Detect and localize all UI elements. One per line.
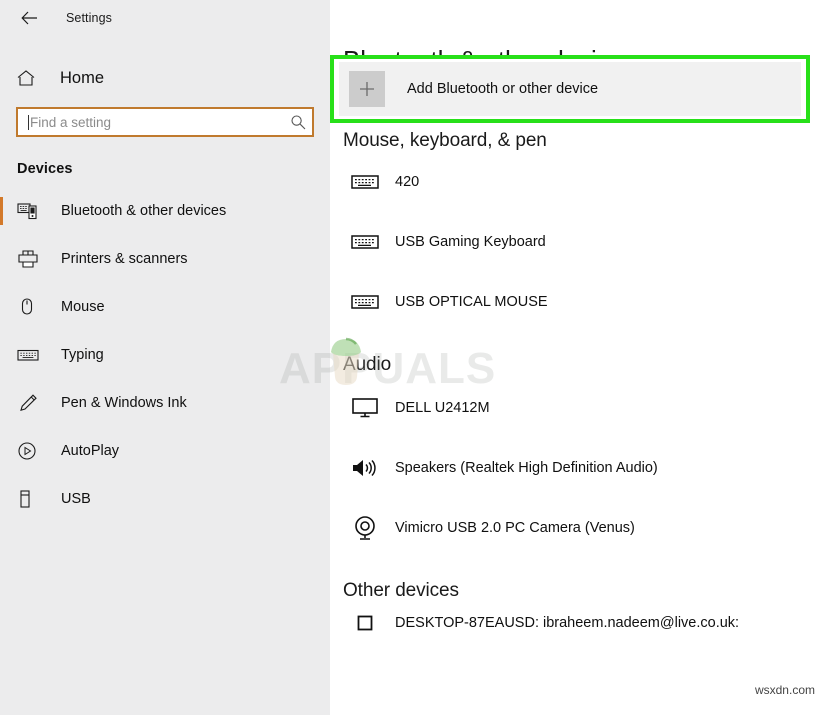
sidebar-item-label: Printers & scanners [61,251,188,267]
device-group-mouse-keyboard-pen: Mouse, keyboard, & pen 420 USB Gaming Ke… [330,130,821,328]
device-label: Vimicro USB 2.0 PC Camera (Venus) [395,520,635,536]
group-title: Mouse, keyboard, & pen [343,130,547,151]
sidebar-item-printers-scanners[interactable]: Printers & scanners [0,235,330,283]
group-title: Audio [343,354,392,375]
mouse-icon [17,297,45,317]
sidebar-item-pen-windows-ink[interactable]: Pen & Windows Ink [0,379,330,427]
checkbox-icon[interactable] [343,615,387,631]
printer-icon [17,249,45,269]
sidebar: Settings Home Devices [0,0,330,715]
device-label: DELL U2412M [395,400,490,416]
sidebar-item-bluetooth-other-devices[interactable]: Bluetooth & other devices [0,187,330,235]
settings-window: Settings Home Devices [0,0,821,715]
device-label: Speakers (Realtek High Definition Audio) [395,460,658,476]
home-label: Home [60,68,105,87]
sidebar-item-usb[interactable]: USB [0,475,330,523]
sidebar-nav-list: Bluetooth & other devices Printers & sca… [0,187,330,523]
sidebar-item-label: Bluetooth & other devices [61,203,227,219]
usb-icon [17,489,45,509]
search-icon[interactable] [284,114,312,130]
back-arrow-icon [20,11,38,25]
device-row[interactable]: DESKTOP-87EAUSD: ibraheem.nadeem@live.co… [343,610,821,636]
device-label: 420 [395,174,420,190]
group-title: Other devices [343,580,459,601]
keyboard-icon [17,348,45,362]
device-label: DESKTOP-87EAUSD: ibraheem.nadeem@live.co… [395,615,740,631]
sidebar-item-label: AutoPlay [61,443,120,459]
device-groups: Mouse, keyboard, & pen 420 USB Gaming Ke… [330,130,821,636]
device-row[interactable]: Speakers (Realtek High Definition Audio) [343,442,821,494]
home-icon [16,69,42,87]
content-pane: Bluetooth & other devices Add Bluetooth … [330,0,821,715]
autoplay-icon [17,441,45,461]
add-bluetooth-device-button[interactable]: Add Bluetooth or other device [339,62,801,116]
device-row[interactable]: USB Gaming Keyboard [343,216,821,268]
add-device-label: Add Bluetooth or other device [407,81,599,97]
back-button[interactable] [14,5,44,31]
keyboard-icon [343,173,387,191]
keyboard-icon [343,233,387,251]
monitor-icon [343,397,387,419]
sidebar-item-home[interactable]: Home [0,61,330,95]
sidebar-item-label: Mouse [61,299,105,315]
speaker-icon [343,456,387,480]
device-label: USB Gaming Keyboard [395,234,546,250]
title-bar: Settings [0,0,330,36]
sidebar-category-label: Devices [17,161,73,177]
device-row[interactable]: DELL U2412M [343,382,821,434]
sidebar-item-typing[interactable]: Typing [0,331,330,379]
search-input[interactable] [29,109,284,135]
plus-icon [349,71,385,107]
pen-icon [17,393,45,413]
device-label: USB OPTICAL MOUSE [395,294,548,310]
device-group-other-devices: Other devices DESKTOP-87EAUSD: ibraheem.… [330,580,821,636]
device-row[interactable]: Vimicro USB 2.0 PC Camera (Venus) [343,502,821,554]
search-box[interactable] [16,107,314,137]
window-title: Settings [66,11,112,25]
bluetooth-devices-icon [17,202,45,220]
sidebar-item-label: USB [61,491,91,507]
sidebar-item-label: Typing [61,347,104,363]
sidebar-item-autoplay[interactable]: AutoPlay [0,427,330,475]
keyboard-icon [343,293,387,311]
sidebar-item-mouse[interactable]: Mouse [0,283,330,331]
device-row[interactable]: USB OPTICAL MOUSE [343,276,821,328]
device-group-audio: Audio DELL U2412M Speakers (Realtek High… [330,354,821,554]
sidebar-item-label: Pen & Windows Ink [61,395,187,411]
device-row[interactable]: 420 [343,156,821,208]
webcam-icon [343,515,387,541]
